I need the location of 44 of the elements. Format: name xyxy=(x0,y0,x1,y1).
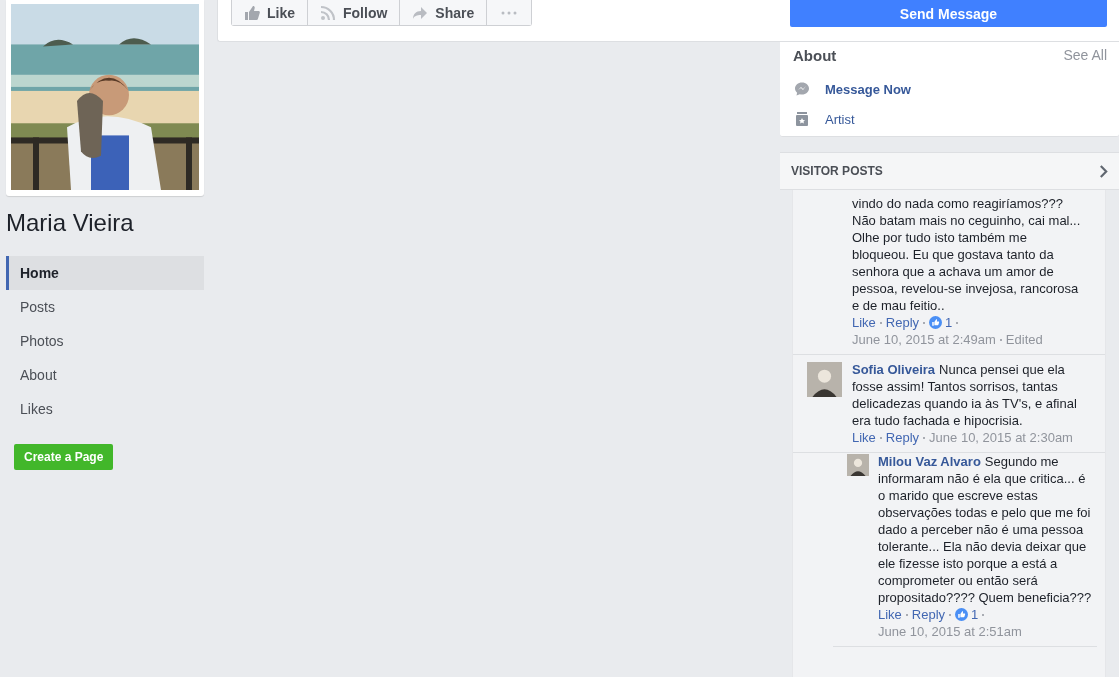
comment-date[interactable]: June 10, 2015 at 2:30am xyxy=(929,429,1073,446)
reply-link[interactable]: Reply xyxy=(885,314,920,331)
comment-text: vindo do nada como reagiríamos??? Não batam mais no ceguinho, cai mal... Olhe por tudo isto também me bloqueou. Eu que gostava tanto da senhora que a achava um amor de pessoa, revelou-se invejosa, rancorosa e de mau feitio.. xyxy=(852,195,1082,314)
author-link[interactable]: Milou Vaz Alvaro xyxy=(878,454,981,469)
action-button[interactable]: Follow xyxy=(308,0,401,25)
reaction-count[interactable]: 1 xyxy=(945,314,953,331)
chat-bubble-icon xyxy=(794,81,810,97)
comment-date[interactable]: June 10, 2015 at 2:51am xyxy=(878,623,1022,640)
create-page-button[interactable]: Create a Page xyxy=(14,444,114,470)
avatar[interactable] xyxy=(807,362,842,397)
nav-item[interactable]: Likes xyxy=(6,392,204,426)
more-icon xyxy=(501,10,518,15)
comment-text: Milou Vaz Alvaro Segundo me informaram não é ela que critica... é o marido que escreve estas observações todas e pelo que me foi dado a perceber não é uma pessoa tolerante... Ela não devia deixar que ele fizesse isto porque a está a comprometer ou então será propositado???? Quem beneficia??? xyxy=(878,453,1092,606)
reply-link[interactable]: Reply xyxy=(885,429,920,446)
nav-item[interactable]: Home xyxy=(6,256,204,290)
rss-icon xyxy=(320,4,336,21)
about-link[interactable]: Message Now xyxy=(825,81,911,97)
comment-date[interactable]: June 10, 2015 at 2:49am xyxy=(852,331,996,348)
like-link[interactable]: Like xyxy=(878,606,902,623)
chevron-right-icon xyxy=(1099,164,1108,178)
see-all-link[interactable]: See All xyxy=(1063,47,1107,63)
action-button[interactable]: Like xyxy=(232,0,308,25)
nav-item[interactable]: Posts xyxy=(6,290,204,324)
nav-item[interactable]: Photos xyxy=(6,324,204,358)
action-button[interactable]: Share xyxy=(400,0,488,25)
like-link[interactable]: Like xyxy=(852,314,876,331)
about-link[interactable]: Artist xyxy=(825,111,855,127)
like-reaction-icon xyxy=(929,316,943,329)
reply-link[interactable]: Reply xyxy=(911,606,946,623)
tag-star-icon xyxy=(794,111,810,127)
edited-label: Edited xyxy=(1005,331,1043,348)
page-name: Maria Vieira xyxy=(6,209,134,237)
author-link[interactable]: Sofia Oliveira xyxy=(852,362,936,377)
like-reaction-icon xyxy=(955,608,969,621)
reaction-count[interactable]: 1 xyxy=(971,606,979,623)
about-title: About xyxy=(793,46,837,64)
share-arrow-icon xyxy=(412,4,429,21)
comment-text: Sofia Oliveira Nunca pensei que ela fosse assim! Tantos sorrisos, tantas delicadezas quando ia às TV's, e afinal era tudo fachada e hipocrisia. xyxy=(852,361,1078,429)
thumbs-up-icon xyxy=(244,4,260,21)
avatar[interactable] xyxy=(847,454,869,476)
like-link[interactable]: Like xyxy=(852,429,876,446)
visitor-posts-header[interactable]: VISITOR POSTS xyxy=(780,152,1119,190)
nav-item[interactable]: About xyxy=(6,358,204,392)
send-message-button[interactable]: Send Message xyxy=(790,0,1107,27)
